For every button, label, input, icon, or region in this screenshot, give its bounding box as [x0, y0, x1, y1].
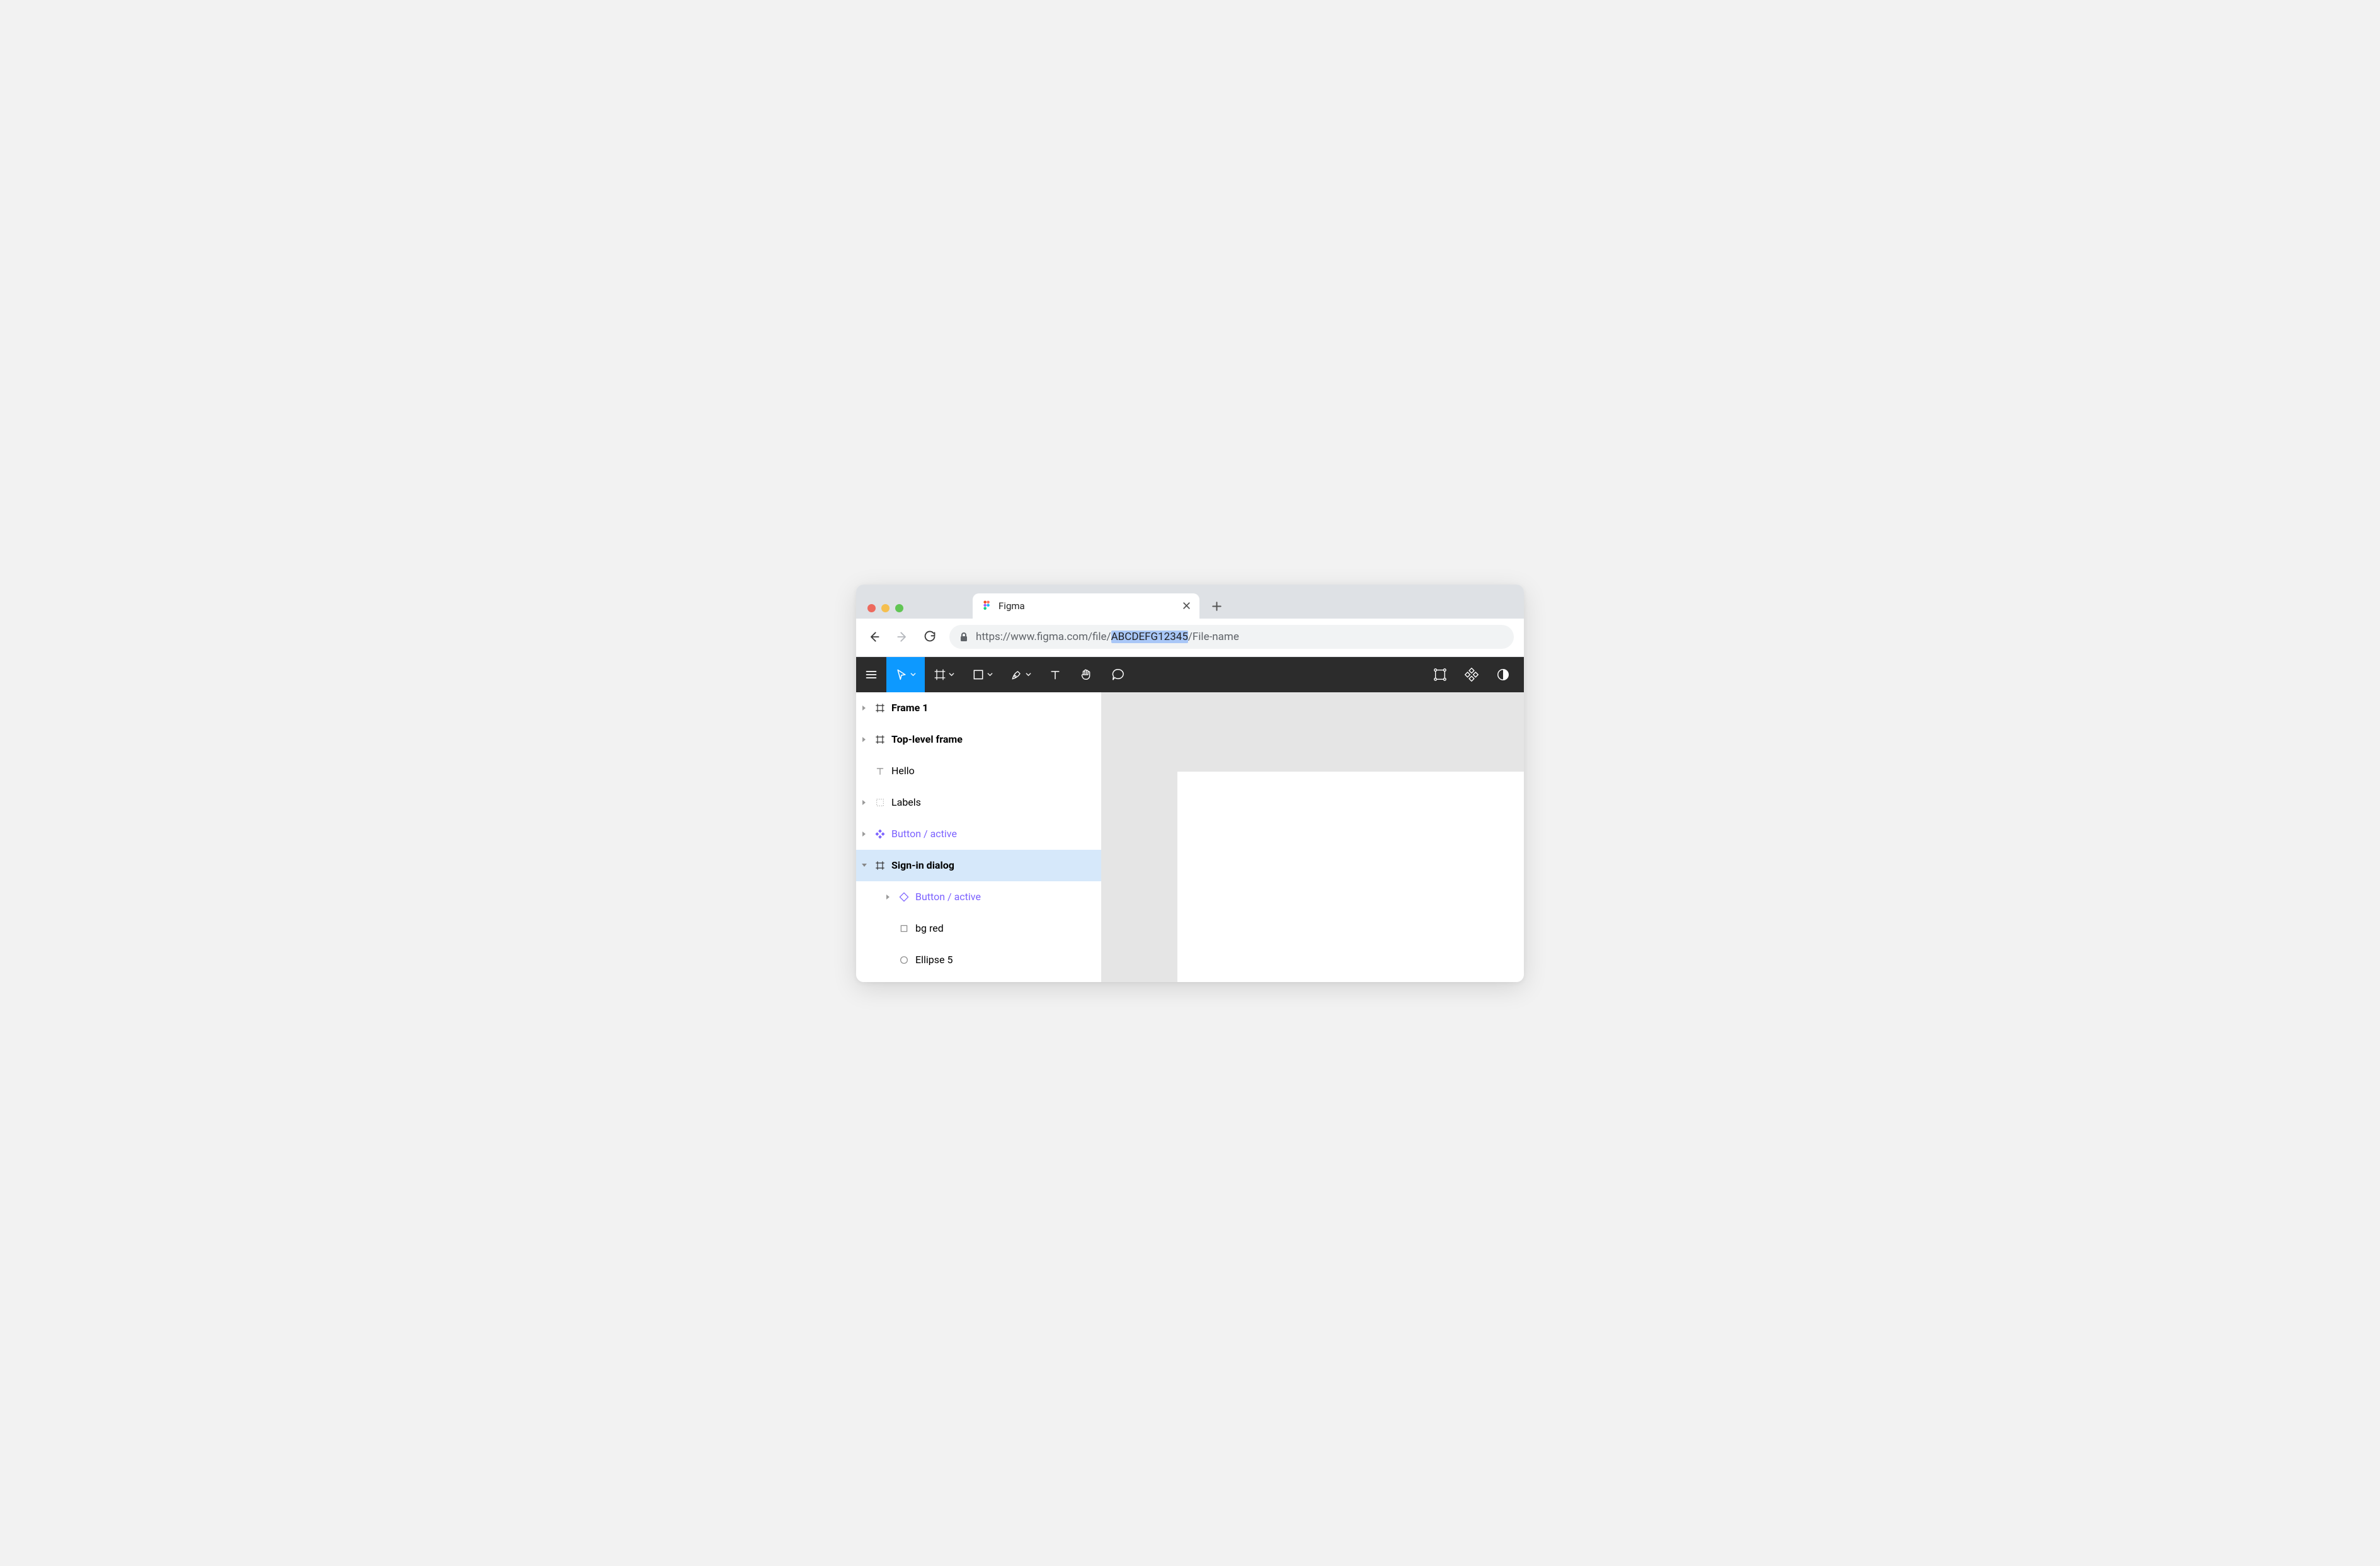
disclosure-right-icon	[884, 894, 893, 900]
layer-label: Sign-in dialog	[891, 859, 954, 871]
window-minimize-button[interactable]	[881, 604, 890, 612]
layer-row-labels[interactable]: Labels	[856, 787, 1101, 818]
layer-label: Frame 1	[891, 702, 928, 714]
layer-row-button-active-component[interactable]: Button / active	[856, 818, 1101, 850]
layer-row-top-level-frame[interactable]: Top-level frame	[856, 724, 1101, 755]
frame-icon	[874, 733, 886, 746]
chevron-down-icon	[1026, 672, 1031, 677]
layer-label: Top-level frame	[891, 733, 963, 745]
figma-toolbar	[856, 657, 1524, 692]
text-tool-button[interactable]	[1040, 657, 1070, 692]
text-icon	[874, 765, 886, 777]
address-bar[interactable]: https://www.figma.com/file/ABCDEFG12345/…	[949, 625, 1514, 649]
frame-icon	[874, 702, 886, 714]
create-component-button[interactable]	[1456, 657, 1487, 692]
tab-close-button[interactable]	[1182, 602, 1191, 610]
mask-tool-button[interactable]	[1487, 657, 1519, 692]
disclosure-right-icon	[860, 799, 869, 806]
disclosure-down-icon	[860, 863, 869, 868]
layer-row-hello[interactable]: Hello	[856, 755, 1101, 787]
window-close-button[interactable]	[867, 604, 876, 612]
comment-tool-button[interactable]	[1102, 657, 1133, 692]
disclosure-right-icon	[860, 831, 869, 837]
instance-icon	[898, 891, 910, 903]
layer-label: Ellipse 5	[915, 954, 953, 966]
group-icon	[874, 796, 886, 809]
new-tab-button[interactable]	[1206, 596, 1227, 617]
browser-chrome: Figma	[856, 585, 1524, 657]
ellipse-icon	[898, 954, 910, 966]
layer-row-frame-1[interactable]: Frame 1	[856, 692, 1101, 724]
lock-icon	[959, 632, 968, 642]
chevron-down-icon	[910, 672, 916, 677]
layer-label: Labels	[891, 796, 921, 808]
frame-icon	[874, 859, 886, 872]
layer-label: Button / active	[915, 891, 981, 903]
layer-row-ellipse-5[interactable]: Ellipse 5	[856, 944, 1101, 976]
nav-back-button[interactable]	[866, 629, 883, 645]
figma-workspace: Frame 1 Top-level frame Hello Labels	[856, 692, 1524, 982]
chevron-down-icon	[987, 672, 993, 677]
layer-label: Hello	[891, 765, 915, 777]
shape-tool-button[interactable]	[963, 657, 1002, 692]
nav-reload-button[interactable]	[922, 629, 938, 645]
figma-canvas[interactable]	[1102, 692, 1524, 982]
disclosure-right-icon	[860, 705, 869, 711]
chevron-down-icon	[949, 672, 954, 677]
url-file-key: ABCDEFG12345	[1111, 631, 1188, 643]
tab-strip: Figma	[856, 592, 1524, 619]
address-row: https://www.figma.com/file/ABCDEFG12345/…	[856, 619, 1524, 657]
component-icon	[874, 828, 886, 840]
rectangle-icon	[898, 922, 910, 935]
canvas-frame[interactable]	[1177, 772, 1524, 982]
window-zoom-button[interactable]	[895, 604, 903, 612]
window-controls	[867, 604, 903, 619]
layer-row-sign-in-dialog[interactable]: Sign-in dialog	[856, 850, 1101, 881]
url-suffix: /File-name	[1188, 631, 1239, 643]
layer-row-bg-red[interactable]: bg red	[856, 913, 1101, 944]
move-tool-button[interactable]	[886, 657, 925, 692]
layer-label: Button / active	[891, 828, 957, 840]
figma-favicon-icon	[981, 600, 992, 611]
url-prefix: https://www.figma.com/file/	[976, 631, 1111, 643]
frame-tool-button[interactable]	[925, 657, 963, 692]
layer-row-button-active-instance[interactable]: Button / active	[856, 881, 1101, 913]
url-text: https://www.figma.com/file/ABCDEFG12345/…	[976, 631, 1239, 643]
layers-panel: Frame 1 Top-level frame Hello Labels	[856, 692, 1102, 982]
nav-forward-button[interactable]	[894, 629, 910, 645]
disclosure-right-icon	[860, 736, 869, 743]
component-tool-button[interactable]	[1424, 657, 1456, 692]
layer-label: bg red	[915, 922, 944, 934]
tab-title: Figma	[998, 600, 1176, 612]
browser-tab[interactable]: Figma	[973, 593, 1199, 619]
main-menu-button[interactable]	[856, 657, 886, 692]
browser-window: Figma	[856, 585, 1524, 982]
hand-tool-button[interactable]	[1070, 657, 1102, 692]
pen-tool-button[interactable]	[1002, 657, 1040, 692]
